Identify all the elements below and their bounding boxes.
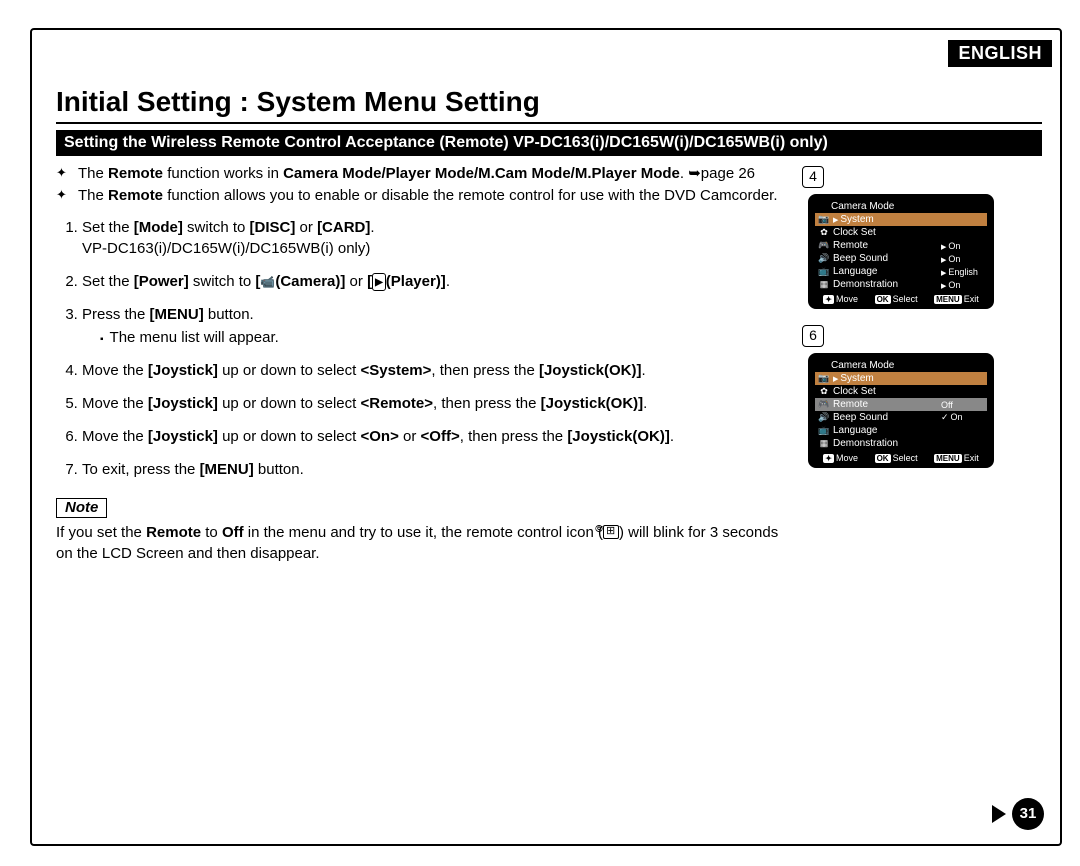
step-6: Move the [Joystick] up or down to select… [82,426,792,447]
lcd-row-icon: 🎮 [817,240,831,251]
lcd-menu-row: ✿Clock Set [815,385,987,398]
text: page 26 [701,165,755,182]
lcd-footer: ✦Move OKSelect MENUExit [815,453,987,463]
lcd-row-label: Demonstration [831,279,941,290]
page-ref-arrow-icon [688,165,701,182]
text: Camera Mode/Player Mode/M.Cam Mode/M.Pla… [283,165,680,182]
lcd-row-value: On [941,412,987,423]
remote-blocked-icon [603,525,619,539]
lcd-menu-row: 📷System [815,372,987,385]
page-corner-triangle-icon [992,805,1006,823]
lcd-row-icon: 📷 [817,373,831,384]
text: Remote [108,187,163,204]
lcd-row-value: On [941,254,987,264]
lcd-mode-title: Camera Mode [831,360,987,371]
lcd-row-label: Clock Set [831,227,941,238]
lcd-menu-rows: 📷System✿Clock Set🎮RemoteOff🔊Beep SoundOn… [815,372,987,450]
lcd-row-icon: 🔊 [817,253,831,264]
lcd-row-label: System [831,214,941,225]
lcd-screenshot-6: Camera Mode 📷System✿Clock Set🎮RemoteOff🔊… [808,353,994,468]
figure-column: 4 Camera Mode 📷System✿Clock Set🎮RemoteOn… [802,164,1042,564]
text: Remote [108,165,163,182]
bullet-1: The Remote function works in Camera Mode… [78,164,792,184]
lcd-menu-row: 🎮RemoteOn [815,239,987,252]
step-4: Move the [Joystick] up or down to select… [82,360,792,381]
step-3: Press the [MENU] button. The menu list w… [82,304,792,348]
lcd-row-icon: ▦ [817,279,831,290]
note-heading: Note [56,498,107,518]
figure-6-callout: 6 [802,325,824,347]
lcd-row-label: Remote [831,399,941,410]
lcd-row-label: Clock Set [831,386,941,397]
lcd-row-icon: 📷 [817,214,831,225]
step-1-note: VP-DC163(i)/DC165W(i)/DC165WB(i) only) [82,240,370,257]
text: The [78,165,108,182]
lcd-row-label: System [831,373,941,384]
lcd-menu-row: 📷System [815,213,987,226]
section-banner: Setting the Wireless Remote Control Acce… [56,130,1042,156]
lcd-menu-row: ▦DemonstrationOn [815,278,987,291]
lcd-row-icon: 🔊 [817,412,831,423]
lcd-row-value: On [941,280,987,290]
lcd-menu-row: ✿Clock Set [815,226,987,239]
lcd-menu-row: 📺Language [815,424,987,437]
lcd-menu-row: ▦Demonstration [815,437,987,450]
lcd-row-label: Demonstration [831,438,941,449]
lcd-row-label: Beep Sound [831,253,941,264]
lcd-row-value: English [941,267,987,277]
lcd-screenshot-4: Camera Mode 📷System✿Clock Set🎮RemoteOn🔊B… [808,194,994,309]
lcd-menu-row: 🔊Beep SoundOn [815,252,987,265]
step-5: Move the [Joystick] up or down to select… [82,393,792,414]
bullet-2: The Remote function allows you to enable… [78,186,792,206]
lcd-row-icon: ✿ [817,227,831,238]
lcd-row-icon: 📺 [817,425,831,436]
lcd-menu-rows: 📷System✿Clock Set🎮RemoteOn🔊Beep SoundOn📺… [815,213,987,291]
note-body: If you set the Remote to Off in the menu… [56,522,792,564]
manual-page: ENGLISH Initial Setting : System Menu Se… [0,0,1080,866]
step-7: To exit, press the [MENU] button. [82,459,792,480]
lcd-row-value: Off [941,400,987,410]
lcd-row-label: Beep Sound [831,412,941,423]
step-2: Set the [Power] switch to [(Camera)] or … [82,271,792,292]
text: function works in [163,165,283,182]
step-3-sub: The menu list will appear. [100,327,792,348]
lcd-row-icon: ✿ [817,386,831,397]
page-title: Initial Setting : System Menu Setting [56,86,1042,118]
player-icon [372,273,386,291]
step-1: Set the [Mode] switch to [DISC] or [CARD… [82,217,792,259]
page-number: 31 [1012,798,1044,830]
figure-4-callout: 4 [802,166,824,188]
lcd-row-label: Remote [831,240,941,251]
lcd-row-label: Language [831,266,941,277]
lcd-menu-row: 📺LanguageEnglish [815,265,987,278]
steps-list: Set the [Mode] switch to [DISC] or [CARD… [56,217,792,480]
lcd-footer: ✦Move OKSelect MENUExit [815,294,987,304]
lcd-row-value: On [941,241,987,251]
text: The [78,187,108,204]
text: function allows you to enable or disable… [163,187,777,204]
text: . [680,165,688,182]
lcd-mode-title: Camera Mode [831,201,987,212]
lcd-menu-row: 🎮RemoteOff [815,398,987,411]
camera-icon [260,273,275,290]
title-rule [56,122,1042,124]
lcd-menu-row: 🔊Beep SoundOn [815,411,987,424]
lcd-row-icon: ▦ [817,438,831,449]
intro-bullets: The Remote function works in Camera Mode… [56,164,792,207]
body-column: The Remote function works in Camera Mode… [56,164,802,564]
lcd-row-icon: 📺 [817,266,831,277]
lcd-row-label: Language [831,425,941,436]
lcd-row-icon: 🎮 [817,399,831,410]
